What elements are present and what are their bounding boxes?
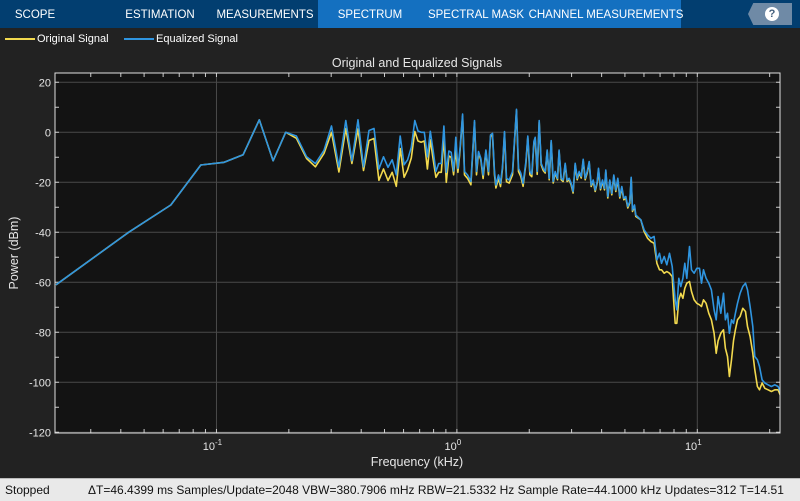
x-axis-label: Frequency (kHz) [371, 455, 463, 469]
x-tick-label: 101 [685, 438, 702, 453]
spectrum-plot[interactable]: Original and Equalized Signals Frequency… [0, 50, 800, 478]
legend-line-equalized-icon [124, 38, 154, 40]
y-axis-label: Power (dBm) [7, 217, 21, 290]
x-tick-exponent: 1 [697, 438, 702, 447]
tab-measurements[interactable]: MEASUREMENTS [216, 0, 313, 28]
status-state: Stopped [5, 483, 50, 497]
help-icon: ? [765, 7, 779, 21]
legend-label: Original Signal [37, 33, 109, 45]
y-tick-label: -100 [29, 377, 51, 389]
x-tick-exponent: -1 [215, 438, 223, 447]
toolstrip-tab-bar: SCOPE ESTIMATION MEASUREMENTS SPECTRUM S… [0, 0, 800, 28]
y-tick-label: -80 [35, 327, 51, 339]
y-tick-label: 20 [39, 77, 51, 89]
y-tick-label: -20 [35, 177, 51, 189]
tab-estimation[interactable]: ESTIMATION [125, 0, 194, 28]
tab-spectral-mask[interactable]: SPECTRAL MASK [428, 0, 524, 28]
x-tick-base: 10 [445, 441, 457, 453]
legend: Original Signal Equalized Signal [0, 28, 800, 50]
y-tick-label: -60 [35, 277, 51, 289]
legend-item-equalized[interactable]: Equalized Signal [124, 32, 238, 46]
x-tick-base: 10 [203, 441, 215, 453]
y-tick-label: -120 [29, 427, 51, 439]
x-tick-base: 10 [685, 441, 697, 453]
x-tick-label: 100 [445, 438, 462, 453]
tab-scope[interactable]: SCOPE [15, 0, 55, 28]
x-tick-label: 10-1 [203, 438, 223, 453]
y-tick-label: 0 [45, 127, 51, 139]
status-bar: Stopped ΔT=46.4399 ms Samples/Update=204… [0, 478, 800, 501]
status-info: ΔT=46.4399 ms Samples/Update=2048 VBW=38… [88, 483, 784, 497]
tab-spectrum[interactable]: SPECTRUM [338, 0, 403, 28]
help-button[interactable]: ? [748, 3, 792, 25]
legend-item-original[interactable]: Original Signal [5, 32, 109, 46]
tab-channel-measurements[interactable]: CHANNEL MEASUREMENTS [529, 0, 684, 28]
chart-title: Original and Equalized Signals [332, 56, 502, 70]
legend-line-original-icon [5, 38, 35, 40]
legend-label: Equalized Signal [156, 33, 238, 45]
y-tick-label: -40 [35, 227, 51, 239]
x-tick-exponent: 0 [457, 438, 462, 447]
